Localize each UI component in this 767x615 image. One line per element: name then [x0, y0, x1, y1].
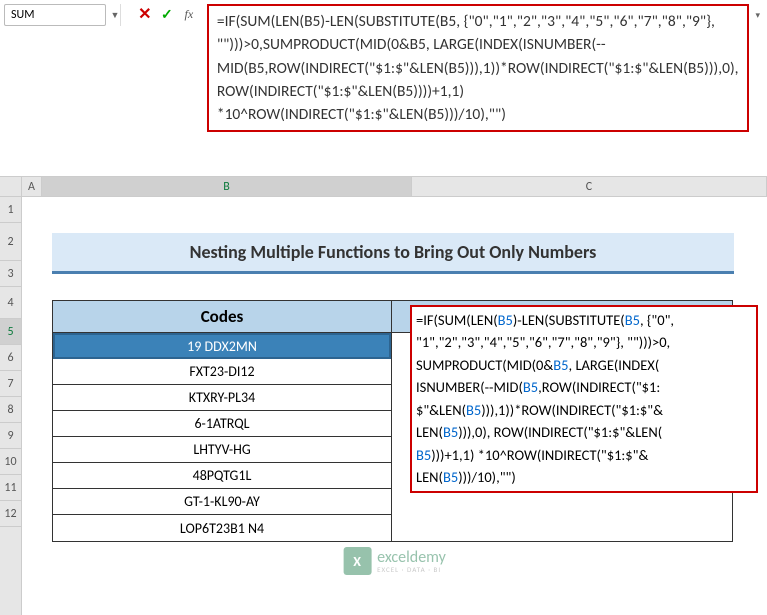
cell-b6[interactable]: FXT23-DI12: [53, 359, 391, 385]
row-header-gutter: 1 2 3 4 5 6 7 8 9 10 11 12: [0, 177, 22, 615]
name-box-dropdown-icon[interactable]: ▼: [110, 4, 121, 26]
watermark: X exceldemy EXCEL · DATA · BI: [343, 547, 446, 575]
cell-b7[interactable]: KTXRY-PL34: [53, 385, 391, 411]
formula-expand-icon[interactable]: ▾: [753, 4, 763, 26]
name-box[interactable]: SUM: [4, 4, 106, 26]
row-header-1[interactable]: 1: [0, 197, 21, 223]
cell-b12[interactable]: LOP6T23B1 N4: [53, 515, 391, 541]
watermark-logo-icon: X: [343, 547, 371, 575]
watermark-brand: exceldemy: [377, 550, 446, 566]
col-header-c[interactable]: C: [412, 177, 767, 196]
row-header-7[interactable]: 7: [0, 371, 21, 397]
row-header-2[interactable]: 2: [0, 223, 21, 261]
cancel-formula-button[interactable]: ✕: [135, 4, 155, 24]
select-all-corner[interactable]: [0, 177, 21, 197]
row-header-6[interactable]: 6: [0, 345, 21, 371]
row-header-9[interactable]: 9: [0, 423, 21, 449]
row-header-4[interactable]: 4: [0, 287, 21, 319]
row-header-11[interactable]: 11: [0, 475, 21, 501]
row-header-10[interactable]: 10: [0, 449, 21, 475]
codes-header: Codes: [53, 301, 391, 333]
formula-bar-input[interactable]: =IF(SUM(LEN(B5)-LEN(SUBSTITUTE(B5, {"0",…: [207, 4, 749, 132]
confirm-formula-button[interactable]: ✓: [157, 4, 177, 24]
row-header-12[interactable]: 12: [0, 501, 21, 527]
cell-b10[interactable]: 48PQTG1L: [53, 463, 391, 489]
cell-b5[interactable]: 19 DDX2MN: [53, 333, 391, 359]
row-header-8[interactable]: 8: [0, 397, 21, 423]
fx-icon[interactable]: fx: [179, 4, 199, 24]
watermark-tag: EXCEL · DATA · BI: [377, 566, 446, 573]
page-title: Nesting Multiple Functions to Bring Out …: [52, 233, 734, 274]
cell-c5-formula-editor[interactable]: =IF(SUM(LEN(B5)-LEN(SUBSTITUTE(B5, {"0",…: [410, 305, 758, 493]
row-header-5[interactable]: 5: [0, 319, 21, 345]
col-header-b[interactable]: B: [42, 177, 412, 196]
cell-b8[interactable]: 6-1ATRQL: [53, 411, 391, 437]
col-header-a[interactable]: A: [22, 177, 42, 196]
cell-b9[interactable]: LHTYV-HG: [53, 437, 391, 463]
cell-b11[interactable]: GT-1-KL90-AY: [53, 489, 391, 515]
row-header-3[interactable]: 3: [0, 261, 21, 287]
